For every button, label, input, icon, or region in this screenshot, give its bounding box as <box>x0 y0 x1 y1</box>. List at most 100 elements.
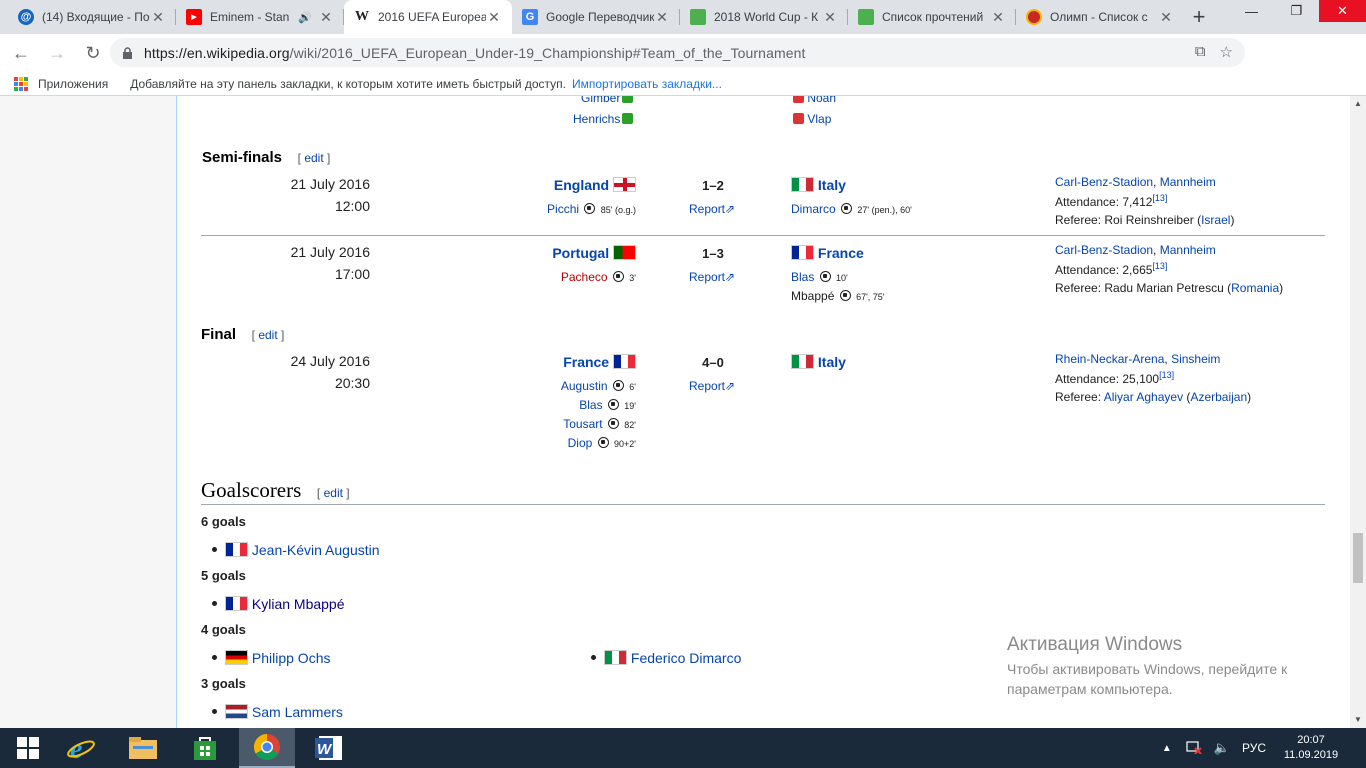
match-score[interactable]: 1–3 <box>683 246 743 261</box>
report-link[interactable]: Report⇗ <box>689 270 735 284</box>
close-window-button[interactable]: ✕ <box>1319 0 1366 22</box>
match-date: 24 July 2016 <box>290 353 370 369</box>
apps-grid-icon[interactable] <box>14 76 28 91</box>
close-tab-icon[interactable]: ✕ <box>486 9 502 26</box>
match-date: 21 July 2016 <box>290 176 370 192</box>
start-button[interactable] <box>0 728 56 768</box>
match-time: 12:00 <box>334 198 370 214</box>
browser-toolbar: ← → ↻ https://en.wikipedia.org/wiki/2016… <box>0 34 1366 100</box>
home-team: France <box>563 354 636 370</box>
match-divider <box>201 235 1325 236</box>
tab-worldcup[interactable]: 2018 World Cup - К ✕ <box>680 0 848 34</box>
close-tab-icon[interactable]: ✕ <box>654 9 670 26</box>
scorer-row: Henrichs <box>573 112 634 126</box>
close-tab-icon[interactable]: ✕ <box>318 9 334 26</box>
sheets-icon <box>690 9 706 25</box>
italy-flag-icon <box>791 354 814 369</box>
apps-bookmark[interactable]: Приложения <box>38 77 108 91</box>
france-flag-icon <box>791 245 814 260</box>
tab-translate[interactable]: G Google Переводчик ✕ <box>512 0 680 34</box>
tab-youtube[interactable]: ▶ Eminem - Stan 🔊 ✕ <box>176 0 344 34</box>
football-icon <box>597 437 609 448</box>
edit-link[interactable]: edit <box>258 328 277 342</box>
page-scrollbar[interactable]: ▲ ▼ <box>1350 96 1366 728</box>
volume-icon[interactable]: 🔈 <box>1214 740 1230 756</box>
tab-wikipedia[interactable]: W 2016 UEFA European ✕ <box>344 0 512 34</box>
scorer-row: Blas 19' <box>579 398 636 412</box>
edit-link[interactable]: edit <box>324 486 343 500</box>
match-date: 21 July 2016 <box>290 244 370 260</box>
referee: Referee: Aliyar Aghayev (Azerbaijan) <box>1055 390 1252 404</box>
italy-flag-icon <box>791 177 814 192</box>
list-item: Kylian Mbappé <box>212 596 345 612</box>
external-link-icon: ⇗ <box>725 379 736 393</box>
france-flag-icon <box>225 596 248 611</box>
network-icon[interactable] <box>1186 740 1202 757</box>
football-icon <box>841 203 853 214</box>
clock[interactable]: 20:07 11.09.2019 <box>1274 733 1348 763</box>
section-heading-goalscorers: Goalscorers [ edit ] <box>201 478 350 502</box>
england-flag-icon <box>613 177 636 192</box>
close-tab-icon[interactable]: ✕ <box>1158 9 1174 26</box>
scorer-row: Augustin 6' <box>560 379 636 393</box>
match-score[interactable]: 1–2 <box>683 178 743 193</box>
new-tab-button[interactable]: + <box>1184 0 1214 34</box>
close-tab-icon[interactable]: ✕ <box>150 9 166 26</box>
url-text: https://en.wikipedia.org/wiki/2016_UEFA_… <box>144 44 806 61</box>
match-time: 17:00 <box>334 266 370 282</box>
google-translate-icon: G <box>522 9 538 25</box>
store-icon[interactable] <box>177 728 233 768</box>
tab-title: Eminem - Stan <box>210 10 290 24</box>
list-item: Sam Lammers <box>212 704 343 720</box>
scrollbar-thumb[interactable] <box>1353 533 1363 583</box>
away-team: France <box>791 245 864 261</box>
file-explorer-icon[interactable] <box>115 728 171 768</box>
tab-title: 2018 World Cup - К <box>714 10 819 24</box>
word-icon[interactable]: W <box>301 728 357 768</box>
close-tab-icon[interactable]: ✕ <box>990 9 1006 26</box>
tab-title: Список прочтений <box>882 10 984 24</box>
minimize-button[interactable]: — <box>1229 0 1274 22</box>
goals-group-label: 5 goals <box>201 568 246 583</box>
venue: Carl-Benz-Stadion, Mannheim <box>1055 175 1216 189</box>
tab-mail[interactable]: @ (14) Входящие - Почта ✕ <box>8 0 176 34</box>
windows-logo-icon <box>17 737 39 759</box>
address-bar[interactable]: https://en.wikipedia.org/wiki/2016_UEFA_… <box>110 38 1245 67</box>
system-tray: ▲ 🔈 РУС 20:07 11.09.2019 <box>1162 728 1366 768</box>
bookmark-star-icon[interactable]: ☆ <box>1220 43 1233 61</box>
report-link[interactable]: Report⇗ <box>689 379 735 393</box>
tab-reading-list[interactable]: Список прочтений ✕ <box>848 0 1016 34</box>
maximize-button[interactable]: ❐ <box>1274 0 1319 22</box>
lock-icon[interactable] <box>122 46 134 59</box>
scorer-row: Noah <box>791 96 836 105</box>
substitution-in-icon <box>622 113 634 124</box>
translate-icon[interactable]: ⧉ <box>1195 43 1206 61</box>
tab-olimp[interactable]: Олимп - Список с ✕ <box>1016 0 1184 34</box>
bookmarks-hint: Добавляйте на эту панель закладки, к кот… <box>130 76 566 91</box>
report-link[interactable]: Report⇗ <box>689 202 735 216</box>
speaker-icon[interactable]: 🔊 <box>298 11 312 24</box>
internet-explorer-icon[interactable]: e <box>53 728 109 768</box>
match-score[interactable]: 4–0 <box>683 355 743 370</box>
football-icon <box>612 271 624 282</box>
list-item: Federico Dimarco <box>591 650 741 666</box>
substitution-out-icon <box>793 96 804 103</box>
scorer-row: Vlap <box>791 112 831 126</box>
list-item: Jean-Kévin Augustin <box>212 542 380 558</box>
tab-title: Олимп - Список с <box>1050 10 1148 24</box>
football-icon <box>819 271 831 282</box>
back-button[interactable]: ← <box>6 38 36 68</box>
scroll-up-arrow-icon[interactable]: ▲ <box>1350 96 1366 112</box>
chevron-up-icon[interactable]: ▲ <box>1162 743 1172 754</box>
reload-button[interactable]: ↻ <box>78 38 108 68</box>
scroll-down-arrow-icon[interactable]: ▼ <box>1350 712 1366 728</box>
language-indicator[interactable]: РУС <box>1242 741 1266 755</box>
close-tab-icon[interactable]: ✕ <box>822 9 838 26</box>
substitution-out-icon <box>793 113 804 124</box>
netherlands-flag-icon <box>225 704 248 719</box>
import-bookmarks-link[interactable]: Импортировать закладки... <box>572 77 722 91</box>
forward-button[interactable]: → <box>42 38 72 68</box>
edit-link[interactable]: edit <box>304 151 323 165</box>
away-team: Italy <box>791 354 846 370</box>
chrome-icon[interactable] <box>239 728 295 768</box>
